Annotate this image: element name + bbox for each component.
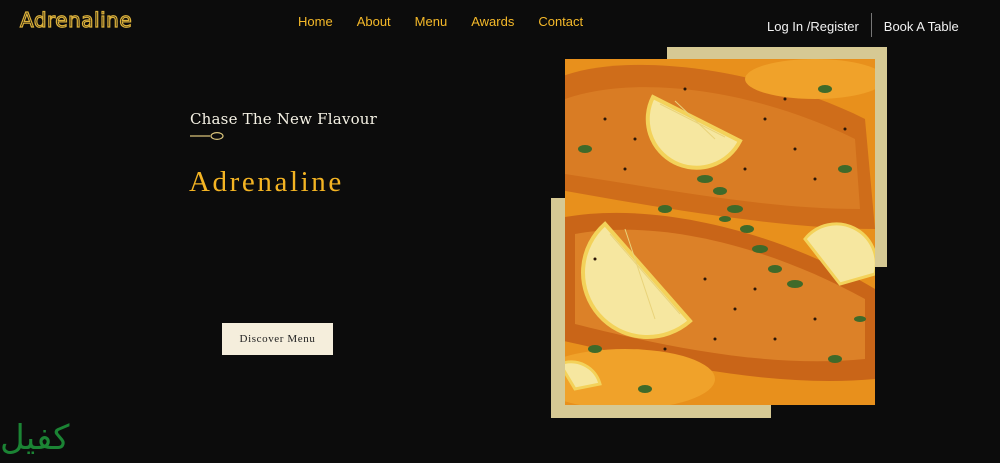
spoon-divider-icon [190,131,224,141]
book-table-link[interactable]: Book A Table [884,19,959,34]
nav-contact[interactable]: Contact [538,14,583,29]
hero-kicker: Chase The New Flavour [190,110,378,128]
auth-links: Log In /Register Book A Table [767,13,959,38]
login-register-link[interactable]: Log In /Register [767,19,859,34]
nav-menu[interactable]: Menu [415,14,448,29]
nav-about[interactable]: About [357,14,391,29]
main-nav: Home About Menu Awards Contact [298,14,583,29]
brand-logo[interactable]: Adrenaline [19,7,132,32]
hero-food-image [565,59,875,405]
watermark-logo: كفيل [0,418,70,458]
auth-divider [870,13,872,37]
nav-awards[interactable]: Awards [471,14,514,29]
hero-title: Adrenaline [189,166,344,198]
discover-menu-button[interactable]: Discover Menu [222,323,333,355]
nav-home[interactable]: Home [298,14,333,29]
